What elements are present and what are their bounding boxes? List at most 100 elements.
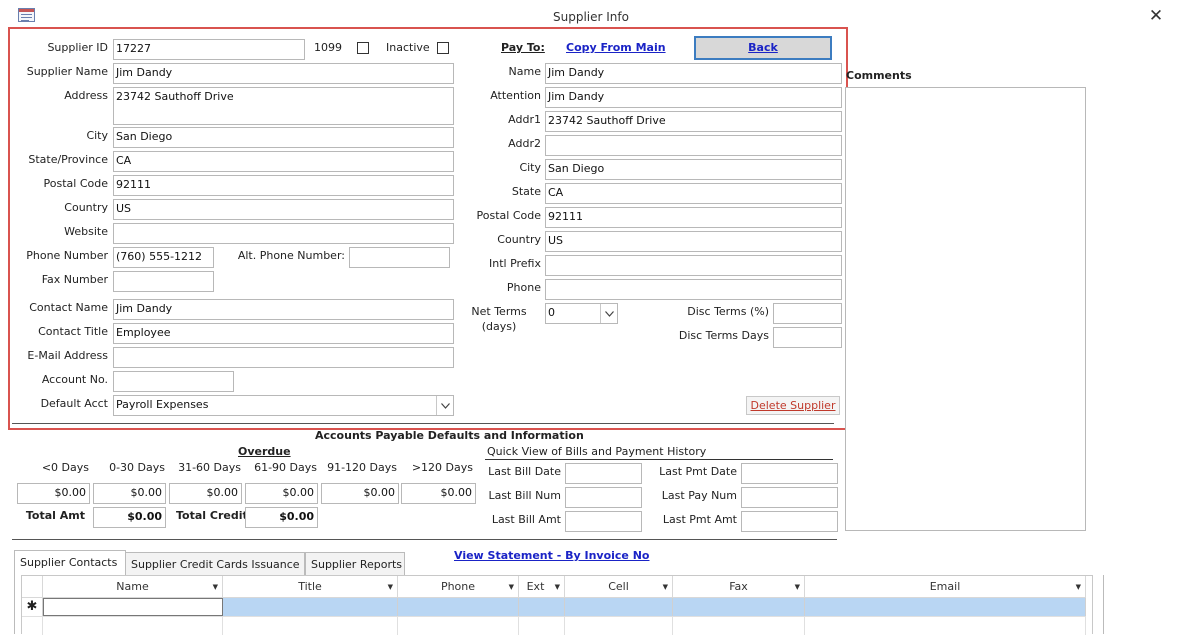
- supplier-name-label: Supplier Name: [26, 65, 108, 78]
- chevron-down-icon[interactable]: ▼: [555, 576, 560, 598]
- state-field[interactable]: CA: [113, 151, 454, 172]
- bucket-amount-61-90[interactable]: $0.00: [245, 483, 318, 504]
- disc-terms-days-field[interactable]: [773, 327, 842, 348]
- new-row-fax-cell[interactable]: [673, 598, 805, 616]
- payto-intl-prefix-label: Intl Prefix: [488, 257, 541, 270]
- empty-row-cell: [519, 616, 565, 635]
- postal-code-field[interactable]: 92111: [113, 175, 454, 196]
- last-pmt-amt-field[interactable]: [741, 511, 838, 532]
- chevron-down-icon[interactable]: [600, 304, 617, 323]
- default-acct-select[interactable]: Payroll Expenses: [113, 395, 454, 416]
- contact-title-field[interactable]: Employee: [113, 323, 454, 344]
- bucket-label-0-30: 0-30 Days: [109, 461, 165, 474]
- new-row-ext-cell[interactable]: [519, 598, 565, 616]
- supplier-name-field[interactable]: Jim Dandy: [113, 63, 454, 84]
- net-terms-select[interactable]: 0: [545, 303, 618, 324]
- payto-postal-field[interactable]: 92111: [545, 207, 842, 228]
- quick-view-title: Quick View of Bills and Payment History: [487, 445, 707, 458]
- address-field[interactable]: 23742 Sauthoff Drive: [113, 87, 454, 125]
- column-header-phone[interactable]: Phone ▼: [398, 576, 519, 598]
- column-header-cell[interactable]: Cell ▼: [565, 576, 673, 598]
- last-pay-num-field[interactable]: [741, 487, 838, 508]
- last-bill-date-field[interactable]: [565, 463, 642, 484]
- column-header-fax[interactable]: Fax ▼: [673, 576, 805, 598]
- copy-from-main-link[interactable]: Copy From Main: [566, 41, 666, 54]
- tab-supplier-credit-cards[interactable]: Supplier Credit Cards Issuance: [125, 552, 305, 575]
- payto-addr1-field[interactable]: 23742 Sauthoff Drive: [545, 111, 842, 132]
- chevron-down-icon[interactable]: ▼: [213, 576, 218, 598]
- bucket-amount-lt0[interactable]: $0.00: [17, 483, 90, 504]
- bucket-amount-gt120[interactable]: $0.00: [401, 483, 476, 504]
- empty-row-cell: [43, 616, 223, 635]
- website-field[interactable]: [113, 223, 454, 244]
- phone-field[interactable]: (760) 555-1212: [113, 247, 214, 268]
- disc-terms-pct-field[interactable]: [773, 303, 842, 324]
- payto-attention-label: Attention: [490, 89, 541, 102]
- chevron-down-icon[interactable]: ▼: [663, 576, 668, 598]
- supplier-id-field[interactable]: 17227: [113, 39, 305, 60]
- chevron-down-icon[interactable]: [436, 396, 453, 415]
- empty-row-cell: [805, 616, 1086, 635]
- last-pmt-amt-label: Last Pmt Amt: [662, 513, 737, 526]
- new-row-cell-cell[interactable]: [565, 598, 673, 616]
- 1099-checkbox[interactable]: [357, 42, 369, 54]
- column-header-name[interactable]: Name ▼: [43, 576, 223, 598]
- payto-city-label: City: [519, 161, 541, 174]
- contacts-grid[interactable]: Name ▼ Title ▼ Phone ▼ Ext ▼ Cell ▼ Fax ▼ Emai…: [21, 575, 1093, 635]
- close-icon[interactable]: ✕: [1146, 6, 1166, 26]
- column-header-email[interactable]: Email ▼: [805, 576, 1086, 598]
- country-label: Country: [64, 201, 108, 214]
- last-pmt-date-field[interactable]: [741, 463, 838, 484]
- chevron-down-icon[interactable]: ▼: [388, 576, 393, 598]
- fax-field[interactable]: [113, 271, 214, 292]
- comments-field[interactable]: [845, 87, 1086, 531]
- address-label: Address: [64, 89, 108, 102]
- payto-addr2-field[interactable]: [545, 135, 842, 156]
- total-amt-field[interactable]: $0.00: [93, 507, 166, 528]
- chevron-down-icon[interactable]: ▼: [509, 576, 514, 598]
- 1099-label: 1099: [314, 41, 342, 54]
- tab-supplier-contacts[interactable]: Supplier Contacts: [14, 550, 126, 576]
- email-field[interactable]: [113, 347, 454, 368]
- payto-country-field[interactable]: US: [545, 231, 842, 252]
- contact-name-label: Contact Name: [29, 301, 108, 314]
- tab-supplier-reports[interactable]: Supplier Reports: [305, 552, 405, 575]
- column-header-ext[interactable]: Ext ▼: [519, 576, 565, 598]
- payto-city-field[interactable]: San Diego: [545, 159, 842, 180]
- back-button[interactable]: Back: [694, 36, 832, 60]
- last-bill-amt-label: Last Bill Amt: [491, 513, 561, 526]
- bucket-amount-0-30[interactable]: $0.00: [93, 483, 166, 504]
- last-bill-amt-field[interactable]: [565, 511, 642, 532]
- city-field[interactable]: San Diego: [113, 127, 454, 148]
- delete-supplier-button[interactable]: Delete Supplier: [746, 396, 840, 415]
- payto-intl-prefix-field[interactable]: [545, 255, 842, 276]
- bucket-amount-91-120[interactable]: $0.00: [321, 483, 399, 504]
- alt-phone-field[interactable]: [349, 247, 450, 268]
- contact-name-field[interactable]: Jim Dandy: [113, 299, 454, 320]
- payto-attention-field[interactable]: Jim Dandy: [545, 87, 842, 108]
- bucket-amount-31-60[interactable]: $0.00: [169, 483, 242, 504]
- payto-state-field[interactable]: CA: [545, 183, 842, 204]
- new-row-email-cell[interactable]: [805, 598, 1086, 616]
- chevron-down-icon[interactable]: ▼: [795, 576, 800, 598]
- pay-to-heading: Pay To:: [501, 41, 545, 54]
- total-credit-field[interactable]: $0.00: [245, 507, 318, 528]
- view-statement-link[interactable]: View Statement - By Invoice No: [454, 549, 649, 562]
- payto-name-field[interactable]: Jim Dandy: [545, 63, 842, 84]
- new-row-title-cell[interactable]: [223, 598, 398, 616]
- new-row-phone-cell[interactable]: [398, 598, 519, 616]
- payto-phone-field[interactable]: [545, 279, 842, 300]
- column-header-title[interactable]: Title ▼: [223, 576, 398, 598]
- inactive-checkbox[interactable]: [437, 42, 449, 54]
- last-bill-num-field[interactable]: [565, 487, 642, 508]
- payto-addr2-label: Addr2: [508, 137, 541, 150]
- chevron-down-icon[interactable]: ▼: [1076, 576, 1081, 598]
- account-no-label: Account No.: [41, 373, 108, 386]
- empty-row-cell: [565, 616, 673, 635]
- new-row-name-cell[interactable]: [43, 598, 223, 616]
- new-record-indicator: ✱: [22, 598, 43, 616]
- grid-select-all[interactable]: [22, 576, 43, 598]
- account-no-field[interactable]: [113, 371, 234, 392]
- ap-section-title: Accounts Payable Defaults and Informatio…: [315, 429, 584, 442]
- country-field[interactable]: US: [113, 199, 454, 220]
